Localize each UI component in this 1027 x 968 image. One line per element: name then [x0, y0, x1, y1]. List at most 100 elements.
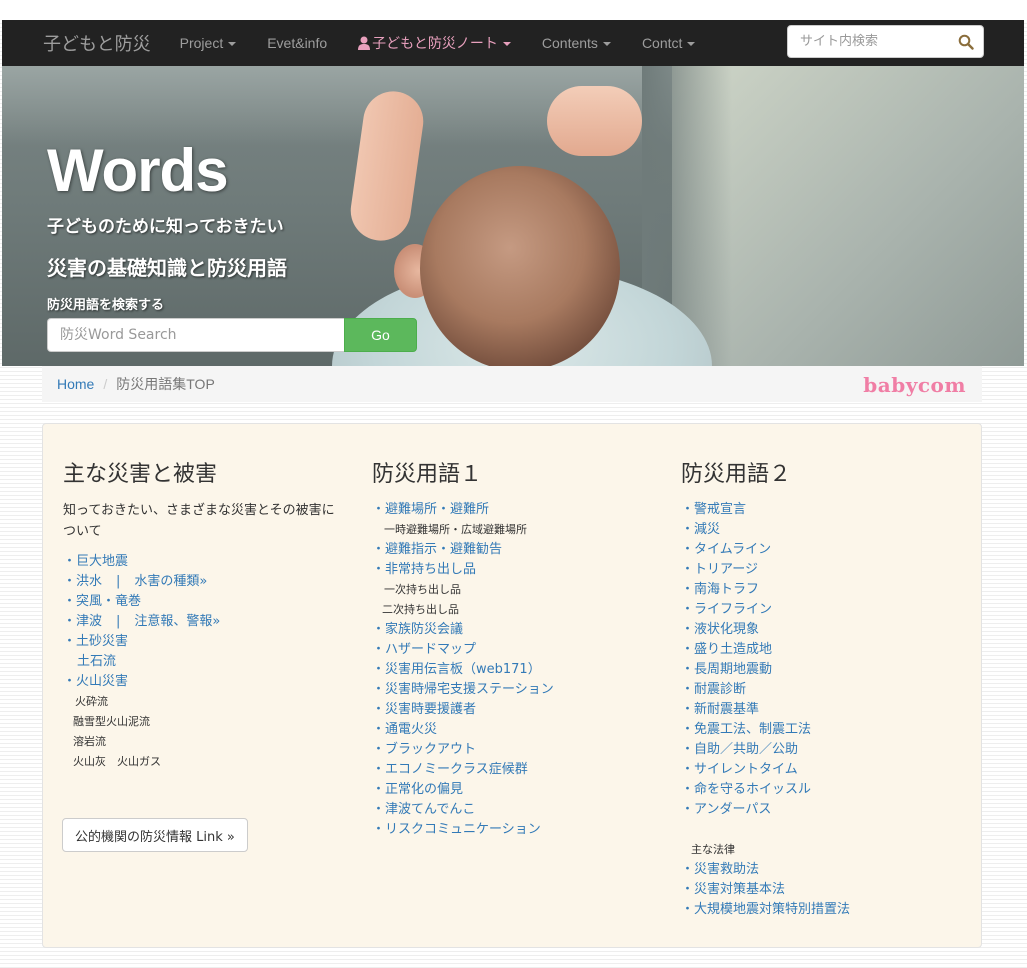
link-volcanic-disaster[interactable]: ・火山災害 [63, 674, 128, 689]
list-item[interactable]: ・リスクコミュニケーション [372, 820, 554, 840]
list-item: 融雪型火山泥流 [73, 715, 150, 728]
list-item: 火砕流 [75, 695, 108, 708]
list-item[interactable]: ・家族防災会議 [372, 620, 554, 640]
link-tsunami[interactable]: ・津波 [63, 614, 102, 629]
terms1-column: 防災用語１ ・避難場所・避難所 一時避難場所・広域避難場所 ・避難指示・避難勧告… [372, 456, 554, 840]
list-item: 二次持ち出し品 [382, 603, 459, 616]
babycom-logo[interactable]: babycom [863, 373, 966, 397]
link-megaquake[interactable]: ・巨大地震 [63, 554, 128, 569]
list-item[interactable]: ・サイレントタイム [681, 760, 850, 780]
list-item[interactable]: ・免震工法、制震工法 [681, 720, 850, 740]
nav-bousai-note[interactable]: 子どもと防災ノート [358, 33, 511, 53]
list-item[interactable]: ・避難場所・避難所 [372, 500, 554, 520]
words-index-panel: 主な災害と被害 知っておきたい、さまざまな災害とその被害について ・巨大地震 ・… [42, 423, 982, 948]
list-item: 一次持ち出し品 [384, 583, 461, 596]
list-spacer [681, 820, 850, 840]
list-item[interactable]: ・警戒宣言 [681, 500, 850, 520]
nav-contact[interactable]: Contct [641, 35, 696, 51]
disasters-column: 主な災害と被害 知っておきたい、さまざまな災害とその被害について ・巨大地震 ・… [63, 456, 343, 772]
caret-down-icon [228, 42, 237, 47]
terms2-list: ・警戒宣言 ・減災 ・タイムライン ・トリアージ ・南海トラフ ・ライフライン … [681, 500, 850, 920]
list-item[interactable]: ・津波てんでんこ [372, 800, 554, 820]
list-item[interactable]: ・突風・竜巻 [63, 592, 343, 612]
nav-contact-label: Contct [641, 35, 683, 51]
terms2-column: 防災用語２ ・警戒宣言 ・減災 ・タイムライン ・トリアージ ・南海トラフ ・ラ… [681, 456, 850, 920]
word-search-input[interactable] [47, 318, 344, 352]
hero-title: Words [47, 137, 229, 204]
terms1-list: ・避難場所・避難所 一時避難場所・広域避難場所 ・避難指示・避難勧告 ・非常持ち… [372, 500, 554, 840]
list-item[interactable]: ・耐震診断 [681, 680, 850, 700]
list-item[interactable]: ・ライフライン [681, 600, 850, 620]
nav-event-info[interactable]: Evet&info [267, 35, 327, 51]
nav-project[interactable]: Project [180, 35, 237, 51]
list-item[interactable]: ・災害時帰宅支援ステーション [372, 680, 554, 700]
terms1-heading: 防災用語１ [372, 462, 483, 487]
link-gust-tornado[interactable]: ・突風・竜巻 [63, 594, 141, 609]
list-item[interactable]: ・非常持ち出し品 [372, 560, 554, 580]
terms2-heading: 防災用語２ [681, 462, 792, 487]
caret-down-icon [602, 42, 611, 47]
link-flood-types[interactable]: 水害の種類» [134, 574, 207, 589]
word-search-go-button[interactable]: Go [344, 318, 417, 352]
list-item[interactable]: ・新耐震基準 [681, 700, 850, 720]
hero-search-label: 防災用語を検索する [47, 298, 165, 313]
list-item: 溶岩流 [73, 735, 106, 748]
list-item[interactable]: ・盛り土造成地 [681, 640, 850, 660]
breadcrumb-separator: / [103, 376, 108, 392]
list-item[interactable]: ・南海トラフ [681, 580, 850, 600]
list-item[interactable]: ・巨大地震 [63, 552, 343, 572]
list-separator: | [116, 614, 121, 629]
site-brand[interactable]: 子どもと防災 [43, 30, 151, 56]
nav-contents-label: Contents [541, 35, 598, 51]
list-item[interactable]: ・長周期地震動 [681, 660, 850, 680]
list-item[interactable]: ・アンダーパス [681, 800, 850, 820]
list-item[interactable]: ・自助／共助／公助 [681, 740, 850, 760]
list-item[interactable]: ・通電火災 [372, 720, 554, 740]
nav-project-label: Project [179, 35, 224, 51]
list-item[interactable]: ・災害用伝言板（web171） [372, 660, 554, 680]
hero-subtitle-2: 災害の基礎知識と防災用語 [47, 256, 287, 280]
breadcrumb: Home / 防災用語集TOP babycom [42, 366, 982, 402]
laws-heading: 主な法律 [691, 843, 735, 856]
link-debris-flow[interactable]: 土石流 [77, 654, 116, 669]
search-icon[interactable] [958, 34, 974, 50]
list-item[interactable]: ・大規模地震対策特別措置法 [681, 900, 850, 920]
list-item[interactable]: ・土砂災害 [63, 632, 343, 652]
nav-bousai-note-label: 子どもと防災ノート [372, 35, 498, 51]
list-item[interactable]: ・災害時要援護者 [372, 700, 554, 720]
public-info-link-button[interactable]: 公的機関の防災情報 Link » [62, 818, 248, 852]
hero-photo-baby-hand [547, 86, 642, 156]
list-item[interactable]: ・減災 [681, 520, 850, 540]
top-navbar: 子どもと防災 Project Evet&info 子どもと防災ノート Conte… [2, 20, 1024, 66]
disasters-description: 知っておきたい、さまざまな災害とその被害について [63, 503, 335, 539]
list-item[interactable]: ・トリアージ [681, 560, 850, 580]
list-item[interactable]: ・ハザードマップ [372, 640, 554, 660]
site-search-input[interactable] [788, 26, 948, 57]
word-search-form: Go [47, 318, 417, 352]
link-warnings[interactable]: 注意報、警報» [134, 614, 220, 629]
list-separator: | [116, 574, 121, 589]
list-item: 火山灰 火山ガス [73, 755, 161, 768]
disasters-heading: 主な災害と被害 [63, 462, 218, 487]
link-flood[interactable]: ・洪水 [63, 574, 102, 589]
list-item[interactable]: ・避難指示・避難勧告 [372, 540, 554, 560]
list-item[interactable]: ・ブラックアウト [372, 740, 554, 760]
list-item: ・津波 | 注意報、警報» [63, 612, 343, 632]
list-item[interactable]: ・災害対策基本法 [681, 880, 850, 900]
nav-contents[interactable]: Contents [542, 35, 611, 51]
user-icon [358, 36, 371, 50]
list-item[interactable]: ・エコノミークラス症候群 [372, 760, 554, 780]
list-item[interactable]: ・災害救助法 [681, 860, 850, 880]
caret-down-icon [687, 42, 696, 47]
list-item: ・洪水 | 水害の種類» [63, 572, 343, 592]
list-item[interactable]: ・液状化現象 [681, 620, 850, 640]
list-item[interactable]: ・正常化の偏見 [372, 780, 554, 800]
link-landslide[interactable]: ・土砂災害 [63, 634, 128, 649]
list-item[interactable]: ・タイムライン [681, 540, 850, 560]
list-item[interactable]: 土石流 [63, 652, 343, 672]
list-item[interactable]: ・火山災害 [63, 672, 343, 692]
list-item[interactable]: ・命を守るホイッスル [681, 780, 850, 800]
breadcrumb-home-link[interactable]: Home [57, 376, 94, 392]
disasters-list: ・巨大地震 ・洪水 | 水害の種類» ・突風・竜巻 ・津波 | 注意報、警報» ・土砂災… [63, 552, 343, 772]
hero-subtitle-1: 子どものために知っておきたい [47, 217, 284, 237]
